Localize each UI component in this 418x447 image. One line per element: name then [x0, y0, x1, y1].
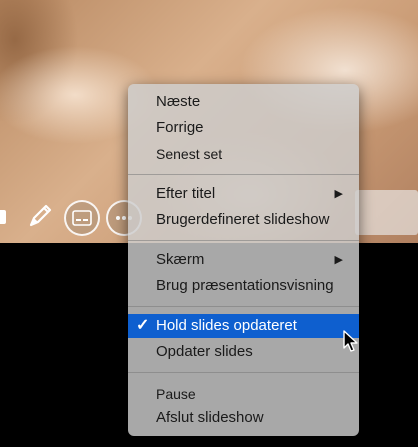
menu-item-presenter-view[interactable]: Brug præsentationsvisning: [128, 274, 359, 298]
checkmark-icon: ✓: [136, 317, 150, 334]
menu-item-pause[interactable]: Pause: [128, 382, 359, 406]
menu-item-label: Brug præsentationsvisning: [156, 277, 334, 294]
menu-item-label: Pause: [156, 386, 196, 402]
menu-separator: [128, 306, 359, 307]
menu-item-label: Forrige: [156, 119, 204, 136]
menu-item-previous[interactable]: Forrige: [128, 116, 359, 140]
menu-item-next[interactable]: Næste: [128, 90, 359, 114]
menu-separator: [128, 240, 359, 241]
slide-thumbnail-strip: [355, 190, 418, 235]
menu-item-label: Næste: [156, 93, 201, 110]
submenu-arrow-icon: ▶: [334, 188, 343, 200]
menu-item-label: Brugerdefineret slideshow: [156, 211, 330, 228]
menu-item-label: Hold slides opdateret: [156, 317, 297, 334]
pen-tool-icon[interactable]: [0, 200, 18, 232]
subtitles-icon[interactable]: [64, 200, 100, 236]
presenter-toolbar: [0, 195, 142, 239]
menu-item-end-slideshow[interactable]: Afslut slideshow: [128, 406, 359, 430]
menu-item-label: Efter titel: [156, 185, 216, 202]
menu-item-keep-slides-updated[interactable]: ✓ Hold slides opdateret: [128, 314, 359, 338]
context-menu: Næste Forrige Senest set Efter titel ▶ B…: [128, 84, 359, 436]
menu-item-update-slides[interactable]: Opdater slides: [128, 340, 359, 364]
menu-item-label: Skærm: [156, 251, 205, 268]
menu-separator: [128, 174, 359, 175]
menu-item-last-viewed[interactable]: Senest set: [128, 142, 359, 166]
menu-item-label: Opdater slides: [156, 343, 253, 360]
menu-item-label: Senest set: [156, 146, 223, 162]
menu-item-label: Afslut slideshow: [156, 409, 264, 426]
menu-item-by-title[interactable]: Efter titel ▶: [128, 182, 359, 206]
menu-separator: [128, 372, 359, 373]
submenu-arrow-icon: ▶: [334, 254, 343, 266]
mouse-pointer-icon: [343, 330, 358, 352]
pencil-icon[interactable]: [24, 200, 56, 232]
menu-item-custom-slideshow[interactable]: Brugerdefineret slideshow: [128, 208, 359, 232]
menu-item-screen[interactable]: Skærm ▶: [128, 248, 359, 272]
